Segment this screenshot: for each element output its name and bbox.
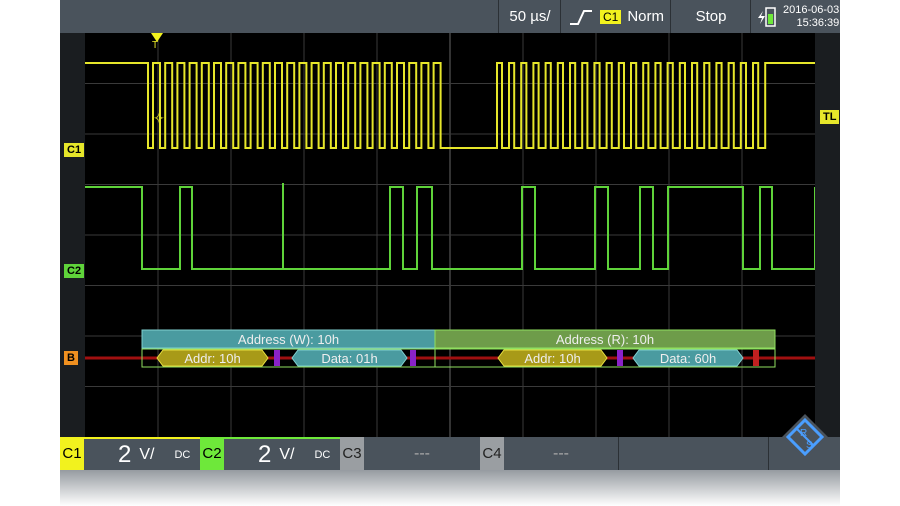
addr-label: Addr: 10h xyxy=(524,351,580,366)
c1-coupling: DC xyxy=(174,448,191,461)
trigger-position-marker[interactable]: T xyxy=(152,40,158,51)
data-label: Data: 01h xyxy=(321,351,377,366)
status-area: 2016-06-03 15:36:39 xyxy=(750,0,841,33)
ack-bit xyxy=(617,350,623,366)
trigger-mode: Norm xyxy=(627,8,664,25)
svg-text:R: R xyxy=(800,428,807,439)
c2-scale: 2 xyxy=(258,440,272,468)
c1-unit: V/ xyxy=(139,445,155,463)
timebase-button[interactable]: 50 µs/ xyxy=(498,0,561,33)
channel-bar: C1 2 V/ DC C2 2 V/ DC C3 --- C4 --- xyxy=(60,437,840,470)
ack-bit xyxy=(274,350,280,366)
svg-text:S: S xyxy=(806,440,813,451)
run-stop-button[interactable]: Stop xyxy=(670,0,751,33)
bus-frame-label: Address (W): 10h xyxy=(238,332,339,347)
top-bar: 50 µs/ C1 Norm Stop 2016-06-03 15:36:39 xyxy=(60,0,840,33)
c2-coupling: DC xyxy=(314,448,331,461)
waveform-display[interactable]: ✧ Address (W): 10h Addr: 10h Data: 01h Addre… xyxy=(85,33,816,437)
battery-charging-icon xyxy=(758,6,776,27)
empty-slot xyxy=(618,437,769,470)
c2-offset-marker[interactable]: C2 xyxy=(64,264,85,278)
data-label: Data: 60h xyxy=(660,351,716,366)
bus-frame-label: Address (R): 10h xyxy=(556,332,654,347)
c3-settings[interactable]: --- xyxy=(364,437,480,470)
reflection xyxy=(60,470,840,506)
date: 2016-06-03 xyxy=(783,3,840,16)
c1-settings[interactable]: 2 V/ DC xyxy=(84,437,200,470)
rohde-schwarz-logo-icon[interactable]: RS xyxy=(780,412,830,462)
addr-label: Addr: 10h xyxy=(184,351,240,366)
c4-value: --- xyxy=(553,444,569,462)
run-state: Stop xyxy=(695,8,727,25)
c3-value: --- xyxy=(414,444,430,462)
c1-scale: 2 xyxy=(118,440,132,468)
trigger-point-icon: ✧ xyxy=(153,110,165,126)
c1-label[interactable]: C1 xyxy=(60,437,84,470)
trigger-rising-edge-icon xyxy=(569,9,592,25)
time: 15:36:39 xyxy=(796,16,840,29)
c4-settings[interactable]: --- xyxy=(504,437,618,470)
c2-settings[interactable]: 2 V/ DC xyxy=(224,437,340,470)
c2-label[interactable]: C2 xyxy=(200,437,224,470)
right-marker-strip xyxy=(815,33,840,437)
oscilloscope-screen: 50 µs/ C1 Norm Stop 2016-06-03 15:36:39 … xyxy=(60,0,840,506)
bus-marker[interactable]: B xyxy=(64,351,78,365)
trigger-source-badge: C1 xyxy=(599,9,622,24)
c1-offset-marker[interactable]: C1 xyxy=(64,143,85,157)
trigger-button[interactable]: C1 Norm xyxy=(560,0,671,33)
c3-label[interactable]: C3 xyxy=(340,437,364,470)
timebase-value: 50 µs/ xyxy=(509,8,551,25)
c2-unit: V/ xyxy=(279,445,295,463)
left-marker-strip xyxy=(60,33,85,437)
nack-bit xyxy=(753,350,759,366)
waveform-canvas: ✧ Address (W): 10h Addr: 10h Data: 01h Addre… xyxy=(85,33,816,437)
c4-label[interactable]: C4 xyxy=(480,437,504,470)
trigger-level-marker[interactable]: TL xyxy=(820,110,840,124)
ack-bit xyxy=(410,350,416,366)
